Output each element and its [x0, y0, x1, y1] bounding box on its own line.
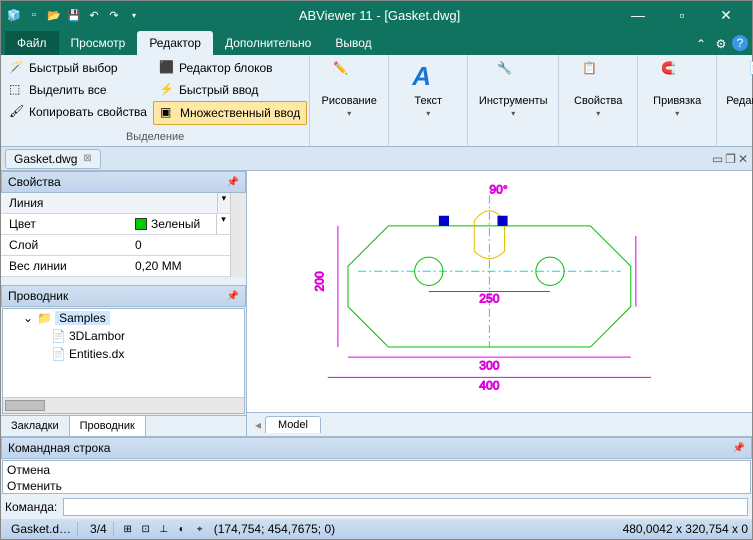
multi-icon: ▣ — [160, 105, 176, 121]
pin-icon[interactable]: 📌 — [733, 443, 745, 454]
edit-clipboard-icon: 📄 — [748, 61, 753, 93]
status-size: 480,0042 x 320,754 x 0 — [623, 522, 748, 536]
tab-additional[interactable]: Дополнительно — [213, 31, 323, 55]
quick-input-button[interactable]: ⚡Быстрый ввод — [153, 79, 307, 101]
command-header: Командная строка📌 — [1, 437, 752, 459]
dim-90deg: 90° — [489, 183, 507, 197]
window-title: ABViewer 11 - [Gasket.dwg] — [143, 8, 616, 23]
app-icon: 🧊 — [5, 6, 23, 24]
model-tab[interactable]: Model — [265, 416, 321, 433]
clipboard-icon: 📋 — [582, 61, 614, 93]
quick-select-button[interactable]: 🪄Быстрый выбор — [3, 57, 153, 79]
color-swatch — [135, 218, 147, 230]
command-prompt: Команда: — [5, 500, 57, 514]
dim-300: 300 — [479, 358, 499, 372]
close-tab-icon[interactable]: ⊠ — [83, 153, 91, 164]
document-tab[interactable]: Gasket.dwg⊠ — [5, 149, 101, 169]
props-button[interactable]: 📋Свойства▾ — [561, 57, 635, 122]
properties-header: Свойства📌 — [1, 171, 246, 193]
snap-button[interactable]: 🧲Привязка▾ — [640, 57, 714, 122]
group-label: Выделение — [3, 130, 307, 144]
dim-200: 200 — [313, 271, 327, 291]
tree-h-scrollbar[interactable] — [3, 397, 244, 413]
props-scrollbar[interactable] — [230, 193, 246, 277]
prop-lineweight-row[interactable]: Вес линии0,20 MM — [1, 256, 230, 277]
file-icon: 📄 — [51, 329, 65, 343]
collapse-icon[interactable]: ⌄ — [23, 311, 33, 325]
block-icon: ⬛ — [159, 60, 175, 76]
pin-icon[interactable]: 📌 — [227, 177, 239, 188]
drawing-canvas[interactable]: 300 400 200 250 90° — [247, 171, 752, 412]
dim-250: 250 — [479, 292, 499, 306]
dim-400: 400 — [479, 378, 499, 392]
minimize-button[interactable]: — — [616, 1, 660, 29]
entity-type-row[interactable]: Линия▾ — [1, 193, 230, 214]
status-page: 3/4 — [84, 522, 114, 536]
tools-button[interactable]: 🔧Инструменты▾ — [470, 57, 556, 122]
new-icon[interactable]: ▫ — [25, 6, 43, 24]
magnet-icon: 🧲 — [661, 61, 693, 93]
open-icon[interactable]: 📂 — [45, 6, 63, 24]
mdi-restore-icon[interactable]: ❐ — [725, 152, 736, 166]
status-file: Gasket.d… — [5, 522, 78, 536]
text-icon: A — [412, 61, 444, 93]
tab-view[interactable]: Просмотр — [59, 31, 138, 55]
pencil-icon: ✏️ — [333, 61, 365, 93]
tab-output[interactable]: Вывод — [323, 31, 383, 55]
folder-icon: 📁 — [37, 311, 51, 325]
close-button[interactable]: ✕ — [704, 1, 748, 29]
tools-icon: 🔧 — [497, 61, 529, 93]
ribbon-min-icon[interactable]: ⌃ — [692, 35, 710, 53]
block-editor-button[interactable]: ⬛Редактор блоков — [153, 57, 307, 79]
command-log: Отмена Отменить — [2, 460, 751, 494]
explorer-tab[interactable]: Проводник — [70, 416, 146, 436]
settings-icon[interactable]: ⚙ — [712, 35, 730, 53]
maximize-button[interactable]: ▫ — [660, 1, 704, 29]
qat-dropdown-icon[interactable]: ▾ — [125, 6, 143, 24]
file-menu[interactable]: Файл — [5, 31, 59, 55]
copy-props-button[interactable]: 🖌Копировать свойства — [3, 101, 153, 123]
brush-icon: 🖌 — [9, 104, 25, 120]
edit-button[interactable]: 📄Редактировать▾ — [719, 57, 753, 122]
mdi-min-icon[interactable]: ▭ — [712, 152, 723, 166]
bookmarks-tab[interactable]: Закладки — [1, 416, 70, 436]
undo-icon[interactable]: ↶ — [85, 6, 103, 24]
prop-color-row[interactable]: ЦветЗеленый▾ — [1, 214, 230, 235]
redo-icon[interactable]: ↷ — [105, 6, 123, 24]
select-all-icon: ⬚ — [9, 82, 25, 98]
multi-input-button[interactable]: ▣Множественный ввод — [153, 101, 307, 125]
command-input[interactable] — [63, 498, 748, 516]
snap-endpoint-icon[interactable]: ⊡ — [138, 521, 154, 537]
tab-prev-icon[interactable]: ◂ — [255, 418, 261, 432]
wand-icon: 🪄 — [9, 60, 25, 76]
prop-layer-row[interactable]: Слой0 — [1, 235, 230, 256]
help-icon[interactable]: ? — [732, 35, 748, 51]
explorer-header: Проводник📌 — [1, 285, 246, 307]
mdi-close-icon[interactable]: ✕ — [738, 152, 748, 166]
ortho-icon[interactable]: ⊥ — [156, 521, 172, 537]
explorer-tree[interactable]: ⌄📁Samples 📄3DLambor 📄Entities.dx — [2, 308, 245, 414]
osnap-icon[interactable]: ⌖ — [192, 521, 208, 537]
select-all-button[interactable]: ⬚Выделить все — [3, 79, 153, 101]
bolt-icon: ⚡ — [159, 82, 175, 98]
drawing-button[interactable]: ✏️Рисование▾ — [312, 57, 386, 122]
status-coords: (174,754; 454,7675; 0) — [214, 522, 335, 536]
polar-icon[interactable]: ◐ — [174, 521, 190, 537]
tab-editor[interactable]: Редактор — [137, 31, 213, 55]
text-button[interactable]: AТекст▾ — [391, 57, 465, 122]
file-icon: 📄 — [51, 347, 65, 361]
snap-grid-icon[interactable]: ⊞ — [120, 521, 136, 537]
pin-icon[interactable]: 📌 — [227, 291, 239, 302]
save-icon[interactable]: 💾 — [65, 6, 83, 24]
